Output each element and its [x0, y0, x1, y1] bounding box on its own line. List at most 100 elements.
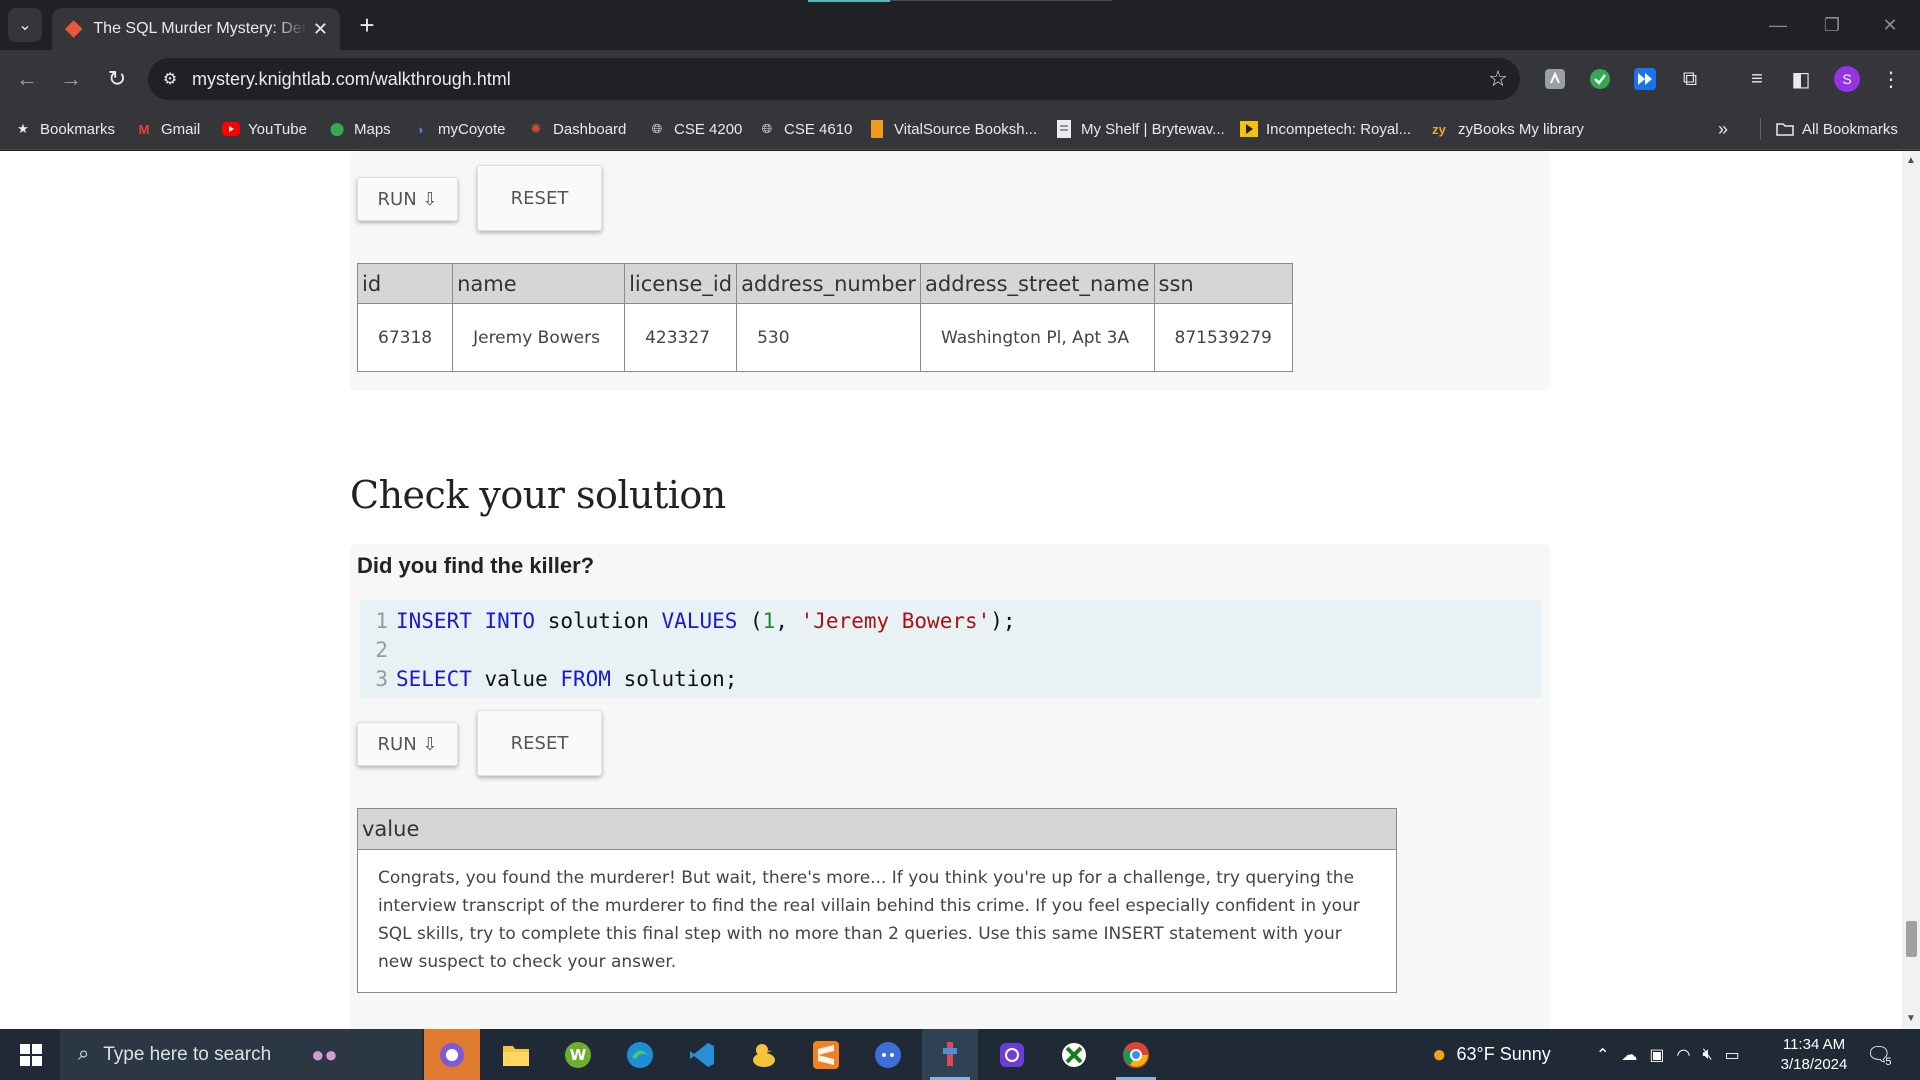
tray-chevron-up-icon[interactable]: ⌃: [1596, 1045, 1609, 1065]
table-cell: Jeremy Bowers: [452, 303, 626, 372]
weather-widget[interactable]: ● 63°F Sunny: [1432, 1029, 1551, 1080]
profile-initial: S: [1834, 66, 1860, 92]
clock-date: 3/18/2024: [1780, 1056, 1848, 1073]
taskbar-app-file-explorer-icon[interactable]: [488, 1029, 544, 1080]
scroll-down-arrow-icon[interactable]: ▼: [1906, 1013, 1916, 1024]
sun-icon: ●: [1432, 1040, 1447, 1068]
column-header: address_street_name: [920, 263, 1155, 304]
bookmark-youtube[interactable]: YouTube: [222, 118, 307, 140]
taskbar-app-sublime-icon[interactable]: [798, 1029, 854, 1080]
taskbar-app-duck-icon[interactable]: [736, 1029, 792, 1080]
taskbar-app-chrome-icon[interactable]: [1108, 1029, 1164, 1080]
taskbar-app-vscode-icon[interactable]: [674, 1029, 730, 1080]
cloud-icon[interactable]: ☁: [1621, 1045, 1637, 1065]
notification-center-icon[interactable]: 🗨︎ 5: [1866, 1029, 1892, 1080]
reload-button[interactable]: ↻: [100, 62, 134, 96]
bookmark-maps[interactable]: ⬤ Maps: [328, 118, 391, 140]
zybooks-icon: zy: [1432, 121, 1446, 137]
tab-active[interactable]: The SQL Murder Mystery: Detai ✕: [52, 8, 340, 50]
forward-button[interactable]: →: [54, 62, 88, 96]
extensions-puzzle-icon[interactable]: ⧉: [1675, 64, 1705, 94]
scrollbar-thumb[interactable]: [1906, 921, 1917, 957]
system-tray[interactable]: ⌃ ☁ ▣ ◠ 🔇︎ ▭: [1596, 1029, 1740, 1080]
more-bookmarks-chevron-icon[interactable]: »: [1718, 118, 1728, 140]
bookmark-label: CSE 4610: [784, 120, 853, 138]
taskbar-app-edge-icon[interactable]: [612, 1029, 668, 1080]
column-header: id: [356, 263, 454, 304]
close-window-button[interactable]: ✕: [1870, 10, 1910, 40]
bookmark-dashboard[interactable]: ✺ Dashboard: [527, 118, 627, 140]
all-bookmarks-label: All Bookmarks: [1802, 120, 1898, 138]
address-bar[interactable]: ⚙ mystery.knightlab.com/walkthrough.html…: [148, 58, 1520, 100]
close-icon[interactable]: ✕: [313, 19, 328, 40]
code-line: 3 SELECT value FROM solution;: [360, 664, 737, 694]
question-title: Did you find the killer?: [357, 553, 595, 578]
incompetech-icon: [1240, 120, 1258, 138]
restore-button[interactable]: ❐: [1812, 10, 1852, 40]
reset-button[interactable]: RESET: [477, 710, 602, 776]
bookmark-mycoyote[interactable]: ◗ myCoyote: [412, 118, 505, 140]
line-number: 1: [375, 609, 388, 633]
taskbar-search-box[interactable]: ⌕ Type here to search ●●: [60, 1029, 422, 1080]
menu-kebab-icon[interactable]: ⋮: [1876, 64, 1906, 94]
windows-start-icon[interactable]: [10, 1029, 52, 1080]
easter-decoration-icon: ●●: [311, 1041, 338, 1067]
battery-icon[interactable]: ▭: [1725, 1045, 1740, 1065]
code-line: 2: [360, 635, 396, 665]
bookmark-gmail[interactable]: M Gmail: [135, 118, 201, 140]
bookmark-vitalsource[interactable]: VitalSource Booksh...: [868, 118, 1037, 140]
bookmark-label: zyBooks My library: [1458, 120, 1584, 138]
bookmark-label: YouTube: [248, 120, 307, 138]
run-button[interactable]: RUN ⇩: [357, 722, 458, 766]
scroll-up-arrow-icon[interactable]: ▲: [1906, 155, 1916, 166]
tab-indicator: [808, 0, 890, 2]
display-icon[interactable]: ▣: [1649, 1045, 1664, 1065]
media-control-icon[interactable]: ≡: [1742, 64, 1772, 94]
page-content: RUN ⇩ RESET id name license_id address_n…: [0, 151, 1902, 1029]
bookmark-cse4610[interactable]: 🌐︎ CSE 4610: [758, 118, 853, 140]
new-tab-button[interactable]: +: [352, 10, 382, 40]
table-cell: 871539279: [1153, 303, 1293, 372]
check-extension-icon[interactable]: [1585, 64, 1615, 94]
run-button[interactable]: RUN ⇩: [357, 177, 458, 221]
site-info-icon[interactable]: ⚙: [148, 69, 192, 89]
table-row: Congrats, you found the murderer! But wa…: [357, 849, 1397, 993]
bookmark-bookmarks[interactable]: ★ Bookmarks: [14, 118, 115, 140]
bookmark-cse4200[interactable]: 🌐︎ CSE 4200: [648, 118, 743, 140]
bookmark-zybooks[interactable]: zy zyBooks My library: [1428, 118, 1584, 140]
taskbar-clock[interactable]: 11:34 AM 3/18/2024: [1770, 1035, 1858, 1075]
profile-avatar[interactable]: S: [1832, 64, 1862, 94]
dashboard-icon: ✺: [530, 121, 542, 136]
sql-code-editor[interactable]: 1 INSERT INTO solution VALUES (1, 'Jeremy…: [360, 600, 1542, 698]
all-bookmarks[interactable]: All Bookmarks: [1776, 118, 1898, 140]
fast-forward-extension-icon[interactable]: [1630, 64, 1660, 94]
url-text[interactable]: mystery.knightlab.com/walkthrough.html: [192, 69, 1476, 90]
tab-search-button[interactable]: ⌄: [8, 8, 42, 42]
bookmark-label: VitalSource Booksh...: [894, 120, 1038, 138]
code-line: 1 INSERT INTO solution VALUES (1, 'Jeremy…: [360, 606, 1015, 636]
taskbar-app-copilot-icon[interactable]: [424, 1029, 480, 1080]
bookmark-brytewave[interactable]: My Shelf | Brytewav...: [1055, 118, 1225, 140]
taskbar-app-discord-icon[interactable]: [860, 1029, 916, 1080]
taskbar-app-pinned-icon[interactable]: [922, 1029, 978, 1080]
browser-toolbar: ← → ↻ ⚙ mystery.knightlab.com/walkthroug…: [0, 50, 1920, 108]
back-button[interactable]: ←: [10, 62, 44, 96]
column-header: name: [452, 263, 626, 304]
gmail-icon: M: [138, 121, 150, 137]
taskbar-app-xbox-icon[interactable]: [1046, 1029, 1102, 1080]
bookmark-incompetech[interactable]: Incompetech: Royal...: [1240, 118, 1411, 140]
search-icon: ⌕: [78, 1043, 90, 1065]
reset-button[interactable]: RESET: [477, 165, 602, 231]
minimize-button[interactable]: —: [1758, 10, 1798, 40]
page-scrollbar[interactable]: ▲ ▼: [1902, 151, 1920, 1029]
wifi-icon[interactable]: ◠: [1677, 1045, 1691, 1065]
volume-muted-icon[interactable]: 🔇︎: [1703, 1046, 1713, 1064]
line-number: 3: [375, 667, 388, 691]
taskbar-app-camera-icon[interactable]: [984, 1029, 1040, 1080]
extension-icon[interactable]: [1540, 64, 1570, 94]
taskbar-app-w-icon[interactable]: W: [550, 1029, 606, 1080]
side-panel-icon[interactable]: ◧: [1786, 64, 1816, 94]
bookmark-label: My Shelf | Brytewav...: [1081, 120, 1225, 138]
bookmark-star-icon[interactable]: ☆: [1476, 66, 1520, 92]
windows-taskbar: ⌕ Type here to search ●● W ● 63°F Sunny …: [0, 1029, 1920, 1080]
